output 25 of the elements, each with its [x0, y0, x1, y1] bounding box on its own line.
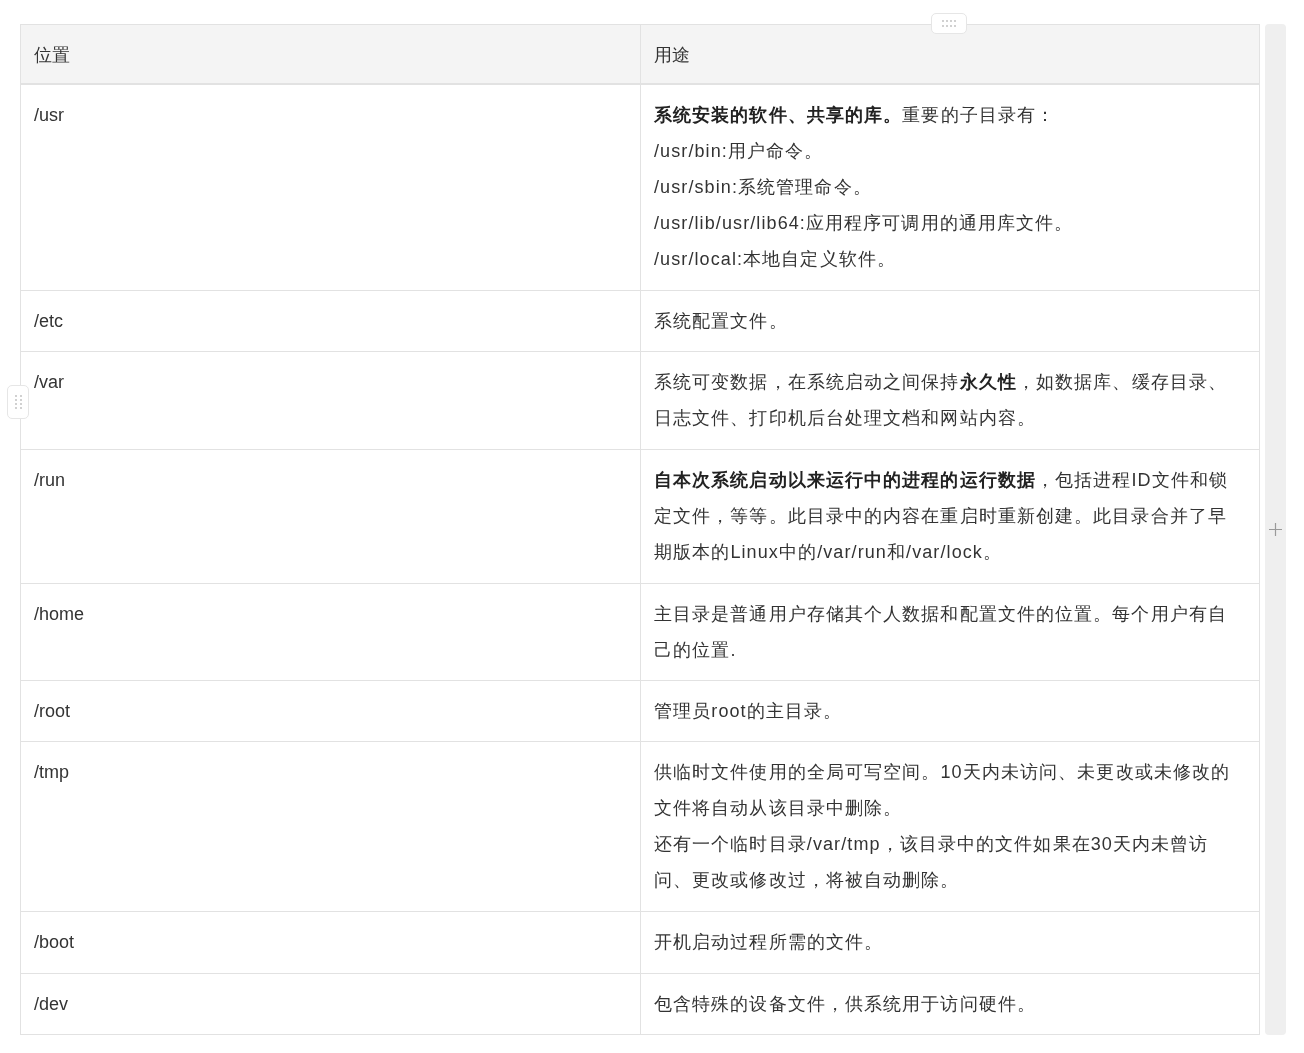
drag-handle[interactable]: [931, 13, 967, 34]
table-cell: /etc: [20, 290, 641, 352]
table-cell: 自本次系统启动以来运行中的进程的运行数据，包括进程ID文件和锁定文件，等等。此目录中的内容在重启时重新创建。此目录合并了早期版本的Linux中的/var/run和/var/lock。: [640, 449, 1260, 584]
table-cell: 管理员root的主目录。: [640, 680, 1260, 742]
table-cell: 主目录是普通用户存储其个人数据和配置文件的位置。每个用户有自己的位置.: [640, 583, 1260, 681]
table-cell: /tmp: [20, 741, 641, 912]
table-cell: /root: [20, 680, 641, 742]
table-cell: /usr: [20, 84, 641, 291]
table-cell: 系统可变数据，在系统启动之间保持永久性，如数据库、缓存目录、日志文件、打印机后台处理文档和网站内容。: [640, 351, 1260, 450]
table-cell: /run: [20, 449, 641, 584]
add-column-bar[interactable]: [1265, 24, 1286, 1035]
table-cell: 系统安装的软件、共享的库。重要的子目录有： /usr/bin:用户命令。 /usr/sbin:系统管理命令。 /usr/lib/usr/lib64:应用程序可调用的通用库文件。 /usr/local:本地自定义软件。: [640, 84, 1260, 291]
column-header: 位置: [20, 24, 641, 84]
table-cell: /dev: [20, 973, 641, 1035]
table-cell: 开机启动过程所需的文件。: [640, 911, 1260, 974]
table-cell: 系统配置文件。: [640, 290, 1260, 352]
grip-icon: [942, 20, 956, 27]
table-cell: /boot: [20, 911, 641, 974]
column-header: 用途: [640, 24, 1260, 84]
table-cell: 包含特殊的设备文件，供系统用于访问硬件。: [640, 973, 1260, 1035]
plus-icon: [1269, 523, 1282, 536]
grip-icon: [14, 395, 22, 409]
table-cell: /home: [20, 583, 641, 681]
drag-handle[interactable]: [7, 385, 29, 419]
table-cell: 供临时文件使用的全局可写空间。10天内未访问、未更改或未修改的文件将自动从该目录中删除。 还有一个临时目录/var/tmp，该目录中的文件如果在30天内未曾访问、更改或修改过，将被自动删除。: [640, 741, 1260, 912]
